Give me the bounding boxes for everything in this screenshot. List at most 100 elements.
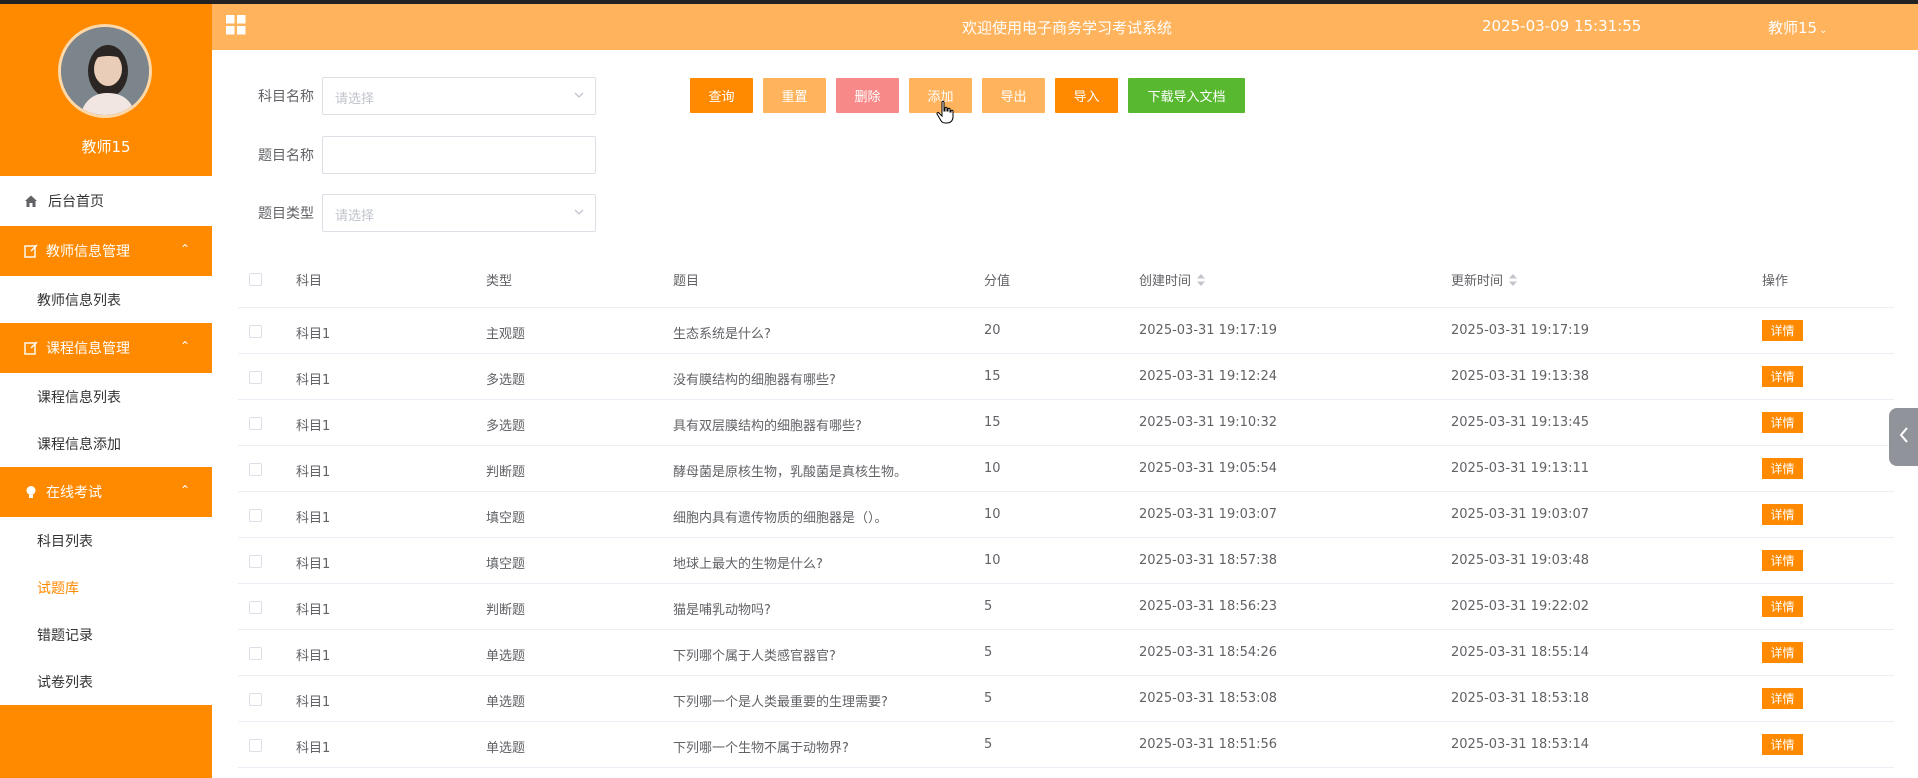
select-all-checkbox[interactable] [249,273,262,286]
collapse-toggle[interactable] [1889,408,1918,466]
menu-group-exam[interactable]: 在线考试 ⌃ [0,467,212,517]
row-checkbox[interactable] [249,463,262,476]
chevron-up-icon: ⌃ [179,339,190,353]
cell-type: 填空题 [486,557,526,572]
download-template-button[interactable]: 下载导入文档 [1128,78,1245,113]
delete-button[interactable]: 删除 [836,78,899,113]
row-checkbox[interactable] [249,739,262,752]
column-header-type: 类型 [486,274,513,289]
cell-score: 10 [984,461,1001,476]
top-header: 欢迎使用电子商务学习考试系统 2025-03-09 15:31:55 教师15 ⌄ [212,4,1918,50]
subject-label: 科目名称 [258,89,314,105]
menu-group-label: 教师信息管理 [46,244,130,260]
cell-subject: 科目1 [296,373,331,388]
detail-button[interactable]: 详情 [1762,458,1803,479]
table-row[interactable]: 科目1 填空题 细胞内具有遗传物质的细胞器是（）。 10 2025-03-31 19:0… [238,492,1894,538]
row-checkbox[interactable] [249,693,262,706]
row-checkbox[interactable] [249,555,262,568]
edit-doc-icon [24,341,38,355]
reset-button[interactable]: 重置 [763,78,826,113]
cell-score: 5 [984,645,993,660]
column-header-created[interactable]: 创建时间 [1139,270,1206,289]
cell-score: 5 [984,691,993,706]
table-row[interactable]: 科目1 填空题 地球上最大的生物是什么? 10 2025-03-31 18:57:38 2… [238,538,1894,584]
cell-type: 单选题 [486,741,526,756]
detail-button[interactable]: 详情 [1762,688,1803,709]
table-row[interactable]: 科目1 多选题 具有双层膜结构的细胞器有哪些? 15 2025-03-31 19:10:… [238,400,1894,446]
chevron-left-icon [1899,427,1909,447]
menu-home[interactable]: 后台首页 [0,176,212,226]
query-button[interactable]: 查询 [690,78,753,113]
sort-icon[interactable] [1509,273,1518,286]
detail-button[interactable]: 详情 [1762,734,1803,755]
table-row[interactable]: 科目1 单选题 下列哪个属于人类感官器官? 5 2025-03-31 18:54:26 2… [238,630,1894,676]
cell-question: 细胞内具有遗传物质的细胞器是（）。 [673,511,888,526]
table-row[interactable]: 科目1 判断题 猫是哺乳动物吗? 5 2025-03-31 18:56:23 2025-0… [238,584,1894,630]
subject-placeholder: 请选择 [335,92,375,107]
cell-subject: 科目1 [296,741,331,756]
detail-button[interactable]: 详情 [1762,412,1803,433]
detail-button[interactable]: 详情 [1762,550,1803,571]
cell-type: 填空题 [486,511,526,526]
table-row[interactable]: 科目1 单选题 下列哪一个是人类最重要的生理需要? 5 2025-03-31 18:53… [238,676,1894,722]
profile-name: 教师15 [81,138,131,156]
cell-created: 2025-03-31 18:54:26 [1139,645,1278,660]
sidebar-item-teacher-list[interactable]: 教师信息列表 [0,276,212,323]
row-checkbox[interactable] [249,647,262,660]
cell-updated: 2025-03-31 19:03:07 [1451,507,1590,522]
cell-subject: 科目1 [296,327,331,342]
column-header-score: 分值 [984,274,1011,289]
title-input[interactable] [322,136,596,174]
row-checkbox[interactable] [249,325,262,338]
row-checkbox[interactable] [249,509,262,522]
cell-updated: 2025-03-31 19:17:19 [1451,323,1590,338]
cell-subject: 科目1 [296,465,331,480]
cell-created: 2025-03-31 18:56:23 [1139,599,1278,614]
type-select[interactable]: 请选择 [322,194,596,232]
sidebar-item-question-bank[interactable]: 试题库 [0,564,212,611]
cell-type: 多选题 [486,373,526,388]
sidebar-item-paper-list[interactable]: 试卷列表 [0,658,212,705]
menu-group-label: 在线考试 [46,485,102,501]
sidebar-item-subject-list[interactable]: 科目列表 [0,517,212,564]
detail-button[interactable]: 详情 [1762,504,1803,525]
type-placeholder: 请选择 [335,209,375,224]
cell-type: 单选题 [486,649,526,664]
table-row[interactable]: 科目1 主观题 生态系统是什么? 20 2025-03-31 19:17:19 2025-… [238,308,1894,354]
table-row[interactable]: 科目1 判断题 酵母菌是原核生物，乳酸菌是真核生物。 10 2025-03-31 19:… [238,446,1894,492]
cell-question: 地球上最大的生物是什么? [673,557,823,572]
menu-group-course[interactable]: 课程信息管理 ⌃ [0,323,212,373]
home-icon [24,194,38,208]
export-button[interactable]: 导出 [982,78,1045,113]
sort-icon[interactable] [1197,273,1206,286]
cell-subject: 科目1 [296,603,331,618]
cell-updated: 2025-03-31 19:13:11 [1451,461,1590,476]
type-label: 题目类型 [258,206,314,222]
avatar[interactable] [58,24,152,118]
cell-updated: 2025-03-31 18:53:14 [1451,737,1590,752]
bulb-icon [24,485,38,499]
sidebar-item-wrong-record[interactable]: 错题记录 [0,611,212,658]
detail-button[interactable]: 详情 [1762,320,1803,341]
table-row[interactable]: 科目1 多选题 没有膜结构的细胞器有哪些? 15 2025-03-31 19:12:24… [238,354,1894,400]
column-header-updated[interactable]: 更新时间 [1451,270,1518,289]
import-button[interactable]: 导入 [1055,78,1118,113]
menu-group-teacher[interactable]: 教师信息管理 ⌃ [0,226,212,276]
detail-button[interactable]: 详情 [1762,596,1803,617]
sidebar-item-course-add[interactable]: 课程信息添加 [0,420,212,467]
cell-updated: 2025-03-31 19:13:45 [1451,415,1590,430]
page-title: 欢迎使用电子商务学习考试系统 [962,19,1173,37]
subject-select[interactable]: 请选择 [322,77,596,115]
user-menu[interactable]: 教师15 ⌄ [1768,17,1827,38]
table-row[interactable]: 科目1 单选题 下列哪一个生物不属于动物界? 5 2025-03-31 18:51:56… [238,722,1894,768]
column-header-subject: 科目 [296,274,323,289]
detail-button[interactable]: 详情 [1762,642,1803,663]
detail-button[interactable]: 详情 [1762,366,1803,387]
sidebar-item-course-list[interactable]: 课程信息列表 [0,373,212,420]
cell-type: 多选题 [486,419,526,434]
row-checkbox[interactable] [249,417,262,430]
row-checkbox[interactable] [249,601,262,614]
cell-score: 10 [984,507,1001,522]
row-checkbox[interactable] [249,371,262,384]
grid-menu-icon[interactable] [226,15,246,39]
